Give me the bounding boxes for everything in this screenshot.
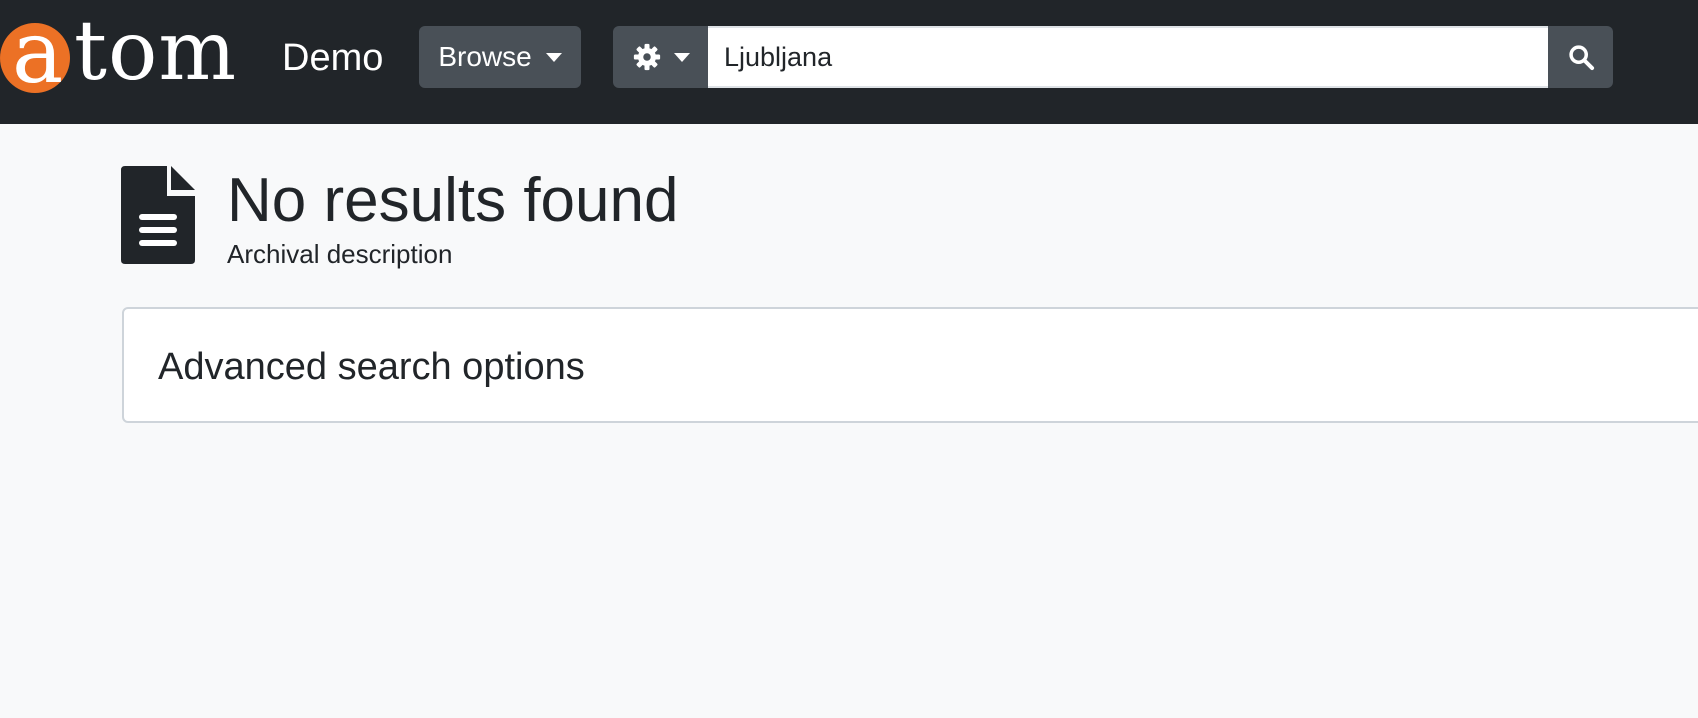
logo-text: tom [74, 4, 238, 99]
page-title: No results found [227, 166, 679, 235]
browse-label: Browse [438, 41, 532, 72]
heading-group: No results found Archival description [227, 166, 678, 270]
logo-circle: a [0, 3, 70, 103]
search-box [613, 26, 1613, 88]
search-submit-button[interactable] [1548, 26, 1613, 88]
chevron-down-icon [673, 52, 690, 62]
gear-icon [633, 43, 660, 71]
search-options-button[interactable] [613, 26, 708, 88]
site-name-link[interactable]: Demo [282, 36, 383, 80]
search-icon [1568, 45, 1594, 71]
top-navbar: a tom Demo Browse [0, 0, 1698, 124]
advanced-search-label: Advanced search options [158, 346, 585, 388]
browse-menu-button[interactable]: Browse [419, 26, 581, 88]
page-subtitle: Archival description [227, 239, 453, 269]
file-icon [121, 166, 195, 264]
search-input[interactable] [708, 26, 1548, 88]
atom-logo[interactable]: a tom [0, 3, 254, 103]
advanced-search-toggle[interactable]: Advanced search options [122, 307, 1698, 423]
logo-letter-a: a [12, 3, 64, 103]
page-header: No results found Archival description [121, 166, 678, 272]
chevron-down-icon [545, 52, 562, 62]
